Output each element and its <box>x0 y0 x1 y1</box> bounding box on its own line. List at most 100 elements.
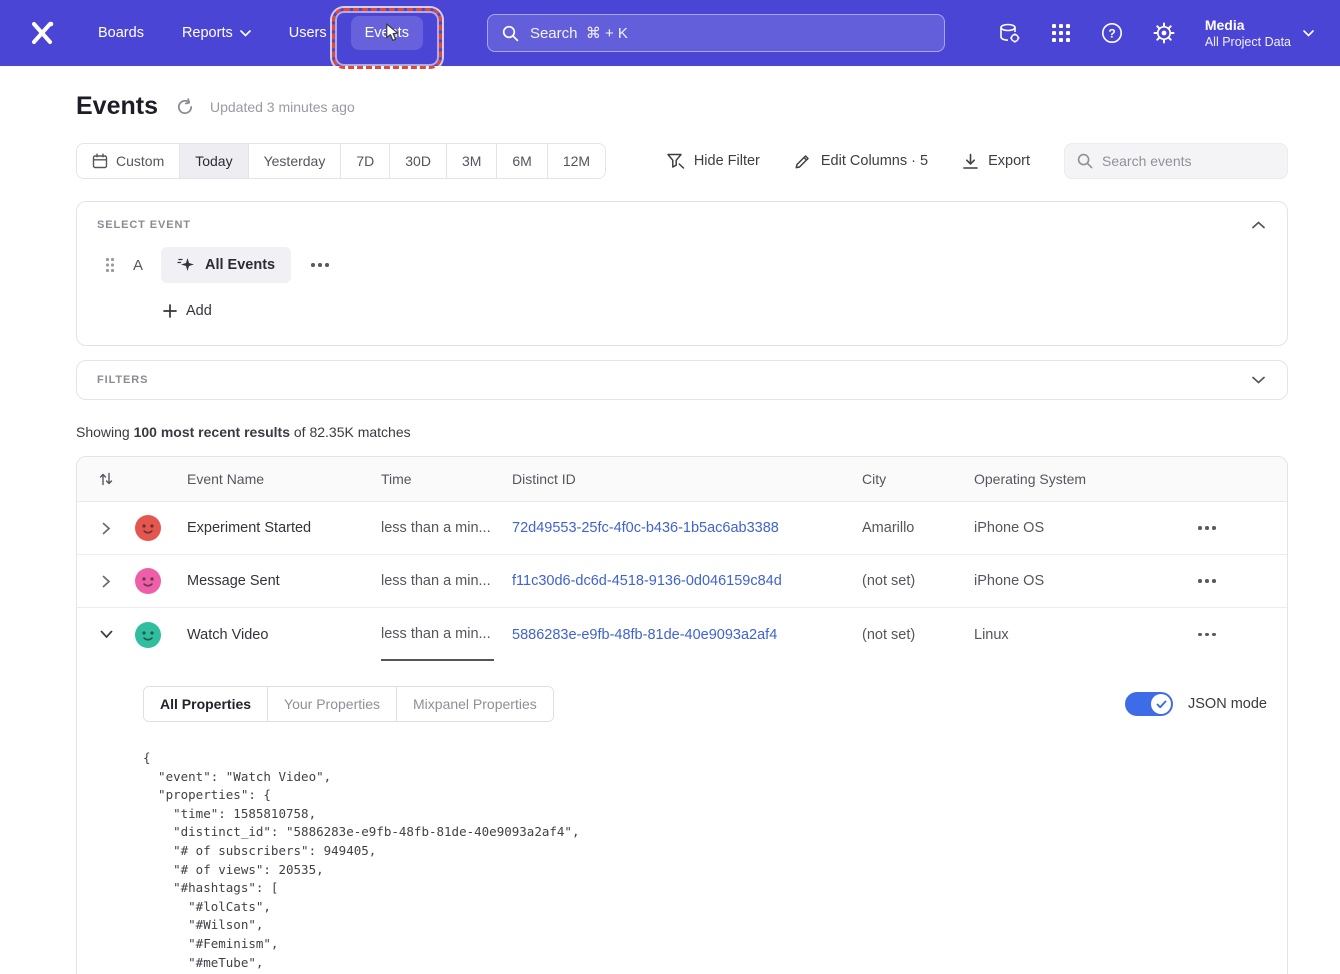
all-events-selector[interactable]: All Events <box>161 247 291 283</box>
table-row[interactable]: Watch Video less than a min... 5886283e-… <box>77 608 1287 661</box>
cell-os: Linux <box>974 627 1164 643</box>
cell-os: iPhone OS <box>974 520 1164 536</box>
apps-grid-icon[interactable] <box>1051 23 1071 43</box>
row-actions-icon[interactable] <box>1194 627 1220 643</box>
range-3m[interactable]: 3M <box>446 144 496 178</box>
event-options-icon[interactable] <box>307 257 333 273</box>
data-management-icon[interactable] <box>998 22 1021 45</box>
filter-icon <box>666 152 685 170</box>
edit-columns-button[interactable]: Edit Columns · 5 <box>794 152 928 170</box>
page-title: Events <box>76 92 158 121</box>
row-actions-icon[interactable] <box>1194 573 1220 589</box>
event-sparkle-icon <box>177 256 195 274</box>
download-icon <box>962 153 979 170</box>
search-events-input[interactable] <box>1102 153 1275 169</box>
collapse-row-icon[interactable] <box>96 626 117 643</box>
results-summary: Showing 100 most recent results of 82.35… <box>76 424 1288 440</box>
tab-all-properties[interactable]: All Properties <box>144 687 267 721</box>
date-range-selector: Custom Today Yesterday 7D 30D 3M 6M 12M <box>76 143 606 179</box>
global-search-input[interactable] <box>530 25 930 42</box>
table-header: Event Name Time Distinct ID City Operati… <box>77 457 1287 502</box>
json-mode-label: JSON mode <box>1188 696 1267 712</box>
select-event-title: SELECT EVENT <box>97 219 191 231</box>
help-icon[interactable]: ? <box>1101 22 1123 44</box>
event-row-letter: A <box>131 257 145 274</box>
nav-item-reports[interactable]: Reports <box>168 16 265 50</box>
calendar-icon <box>92 153 108 169</box>
cell-event-name: Message Sent <box>187 573 381 589</box>
project-scope: All Project Data <box>1205 34 1291 50</box>
filters-panel[interactable]: FILTERS <box>76 360 1288 400</box>
event-detail-panel: All Properties Your Properties Mixpanel … <box>77 661 1287 974</box>
row-actions-icon[interactable] <box>1194 520 1220 536</box>
event-json-view: { "event": "Watch Video", "properties": … <box>143 749 1267 974</box>
cell-event-name: Watch Video <box>187 627 381 643</box>
mixpanel-logo[interactable] <box>22 20 62 46</box>
tab-mixpanel-properties[interactable]: Mixpanel Properties <box>396 687 553 721</box>
chevron-down-icon <box>240 30 251 37</box>
plus-icon <box>163 304 177 318</box>
range-custom-label: Custom <box>116 153 164 169</box>
range-30d[interactable]: 30D <box>389 144 446 178</box>
properties-tabs: All Properties Your Properties Mixpanel … <box>143 686 554 722</box>
toggle-knob <box>1151 694 1171 714</box>
add-event-button[interactable]: Add <box>163 303 212 319</box>
range-custom[interactable]: Custom <box>77 144 179 178</box>
distinct-id-link[interactable]: 72d49553-25fc-4f0c-b436-1b5ac6ab3388 <box>512 520 779 536</box>
column-header-city[interactable]: City <box>862 471 974 487</box>
column-header-distinct-id[interactable]: Distinct ID <box>512 471 862 487</box>
filters-title: FILTERS <box>97 374 148 386</box>
settings-gear-icon[interactable] <box>1153 22 1175 44</box>
project-switcher[interactable]: Media All Project Data <box>1205 16 1314 50</box>
search-icon <box>1077 153 1093 169</box>
distinct-id-link[interactable]: 5886283e-e9fb-48fb-81de-40e9093a2af4 <box>512 627 777 643</box>
range-12m[interactable]: 12M <box>547 144 605 178</box>
expand-row-icon[interactable] <box>98 571 115 592</box>
column-header-time[interactable]: Time <box>381 471 512 487</box>
range-6m[interactable]: 6M <box>496 144 546 178</box>
column-header-os[interactable]: Operating System <box>974 471 1164 487</box>
json-mode-toggle[interactable] <box>1125 692 1173 716</box>
range-today[interactable]: Today <box>179 144 247 178</box>
export-button[interactable]: Export <box>962 153 1030 170</box>
cell-city: (not set) <box>862 573 974 589</box>
project-name: Media <box>1205 16 1291 34</box>
results-highlight: 100 most recent results <box>134 424 290 440</box>
expand-row-icon[interactable] <box>98 518 115 539</box>
event-avatar <box>135 515 161 541</box>
hide-filter-button[interactable]: Hide Filter <box>666 152 760 170</box>
pencil-icon <box>794 152 812 170</box>
collapse-panel-button[interactable] <box>1250 219 1267 231</box>
results-prefix: Showing <box>76 424 134 440</box>
chevron-down-icon <box>1303 30 1314 37</box>
column-header-event-name[interactable]: Event Name <box>187 471 381 487</box>
expand-filters-button[interactable] <box>1250 374 1267 386</box>
event-avatar <box>135 568 161 594</box>
nav-item-users[interactable]: Users <box>275 16 341 50</box>
event-avatar <box>135 622 161 648</box>
search-icon <box>502 25 519 42</box>
table-row[interactable]: Experiment Started less than a min... 72… <box>77 502 1287 555</box>
refresh-icon[interactable] <box>176 98 194 116</box>
nav-item-boards[interactable]: Boards <box>84 16 158 50</box>
search-events-box[interactable] <box>1064 143 1288 179</box>
cell-event-name: Experiment Started <box>187 520 381 536</box>
top-navbar: Boards Reports Users Events <box>0 0 1340 66</box>
check-icon <box>1156 700 1167 709</box>
tab-your-properties[interactable]: Your Properties <box>267 687 396 721</box>
range-7d[interactable]: 7D <box>340 144 389 178</box>
last-updated-text: Updated 3 minutes ago <box>210 99 355 115</box>
range-yesterday[interactable]: Yesterday <box>248 144 341 178</box>
drag-handle-icon[interactable] <box>105 257 115 273</box>
edit-columns-label: Edit Columns · 5 <box>821 153 928 169</box>
nav-item-reports-label: Reports <box>182 25 233 41</box>
cell-city: (not set) <box>862 627 974 643</box>
cell-city: Amarillo <box>862 520 974 536</box>
cell-time: less than a min... <box>381 573 512 589</box>
distinct-id-link[interactable]: f11c30d6-dc6d-4518-9136-0d046159c84d <box>512 573 782 589</box>
events-table: Event Name Time Distinct ID City Operati… <box>76 456 1288 974</box>
all-events-label: All Events <box>205 257 275 273</box>
global-search[interactable] <box>487 14 945 52</box>
table-row[interactable]: Message Sent less than a min... f11c30d6… <box>77 555 1287 608</box>
svg-text:?: ? <box>1108 27 1115 41</box>
